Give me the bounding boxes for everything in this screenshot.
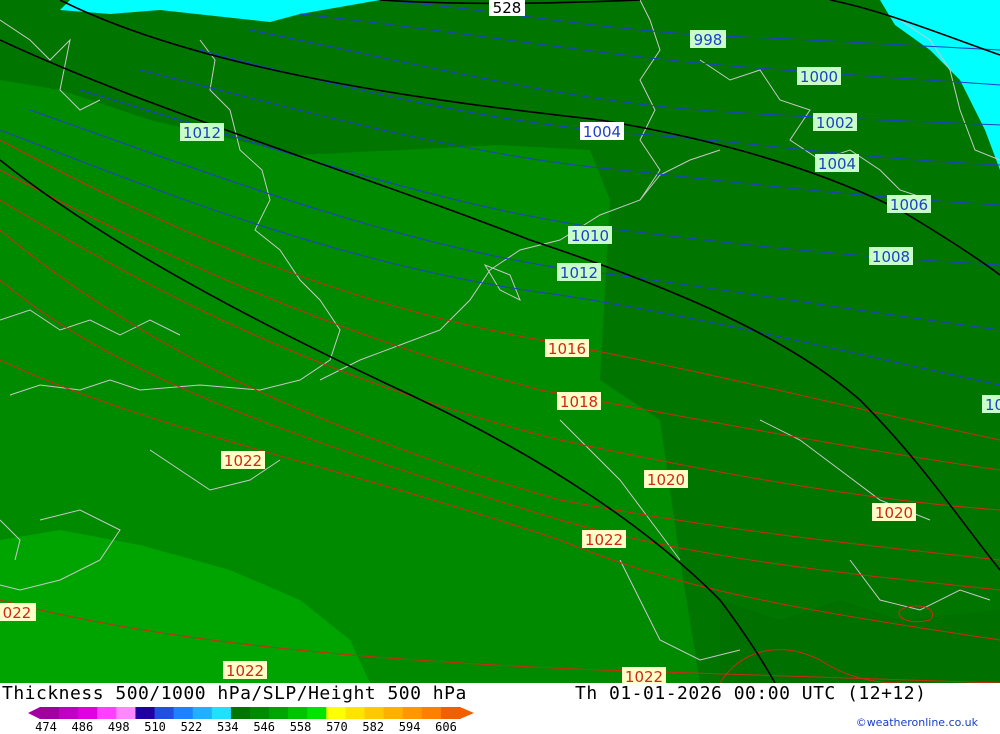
footer: Thickness 500/1000 hPa/SLP/Height 500 hP…	[0, 683, 1000, 734]
weather-map: 528 998 1000 1002 1004 1004 1006 1008 10…	[0, 0, 1000, 683]
label-1022-b: 1022	[582, 530, 626, 549]
svg-text:10: 10	[985, 396, 1000, 414]
svg-text:1004: 1004	[583, 123, 621, 141]
legend-swatch	[364, 707, 385, 719]
label-528: 528	[489, 0, 525, 17]
legend-tick-label: 558	[289, 720, 312, 734]
label-10-edge: 10	[982, 395, 1000, 414]
label-1020-a: 1020	[644, 470, 688, 489]
label-1012-a: 1012	[180, 123, 224, 142]
svg-text:1018: 1018	[560, 393, 598, 411]
legend-colorbar	[28, 707, 474, 719]
legend-swatch	[230, 707, 251, 719]
label-1012-b: 1012	[557, 263, 601, 282]
legend-swatch	[440, 707, 461, 719]
legend-tick-label: 474	[35, 720, 57, 734]
label-1004-a: 1004	[580, 122, 624, 141]
legend-tick-label: 594	[398, 720, 421, 734]
svg-text:1016: 1016	[548, 340, 586, 358]
svg-text:022: 022	[3, 604, 32, 622]
legend-swatch	[154, 707, 175, 719]
legend-swatch	[173, 707, 194, 719]
legend-swatch	[288, 707, 308, 719]
legend-tick-label: 546	[253, 720, 276, 734]
legend-tick-label: 534	[216, 720, 239, 734]
svg-text:1022: 1022	[585, 531, 623, 549]
legend-swatch	[345, 707, 366, 719]
label-1000: 1000	[797, 67, 841, 86]
legend-swatch	[326, 707, 346, 719]
legend-tick-label: 486	[71, 720, 94, 734]
legend-arrow-left	[28, 707, 40, 719]
legend-swatch	[211, 707, 232, 719]
label-1022-c: 1022	[223, 661, 267, 680]
legend-tick-label: 498	[107, 720, 130, 734]
label-1010: 1010	[568, 226, 612, 245]
svg-text:1010: 1010	[571, 227, 609, 245]
label-1022-e: 1022	[622, 667, 666, 683]
legend-swatch	[421, 707, 442, 719]
svg-text:1020: 1020	[875, 504, 913, 522]
legend-swatch	[40, 707, 60, 719]
svg-text:1004: 1004	[818, 155, 856, 173]
forecast-datetime: Th 01-01-2026 00:00 UTC (12+12)	[575, 683, 927, 704]
svg-text:1022: 1022	[226, 662, 264, 680]
legend-swatch	[135, 707, 156, 719]
legend-swatch	[59, 707, 79, 719]
label-1022-a: 1022	[221, 451, 265, 470]
legend-swatch	[402, 707, 423, 719]
legend-swatch	[192, 707, 213, 719]
thickness-legend: 474 486 498 510 522 534 546 558 570 582 594 606	[28, 705, 508, 734]
legend-tick-label: 510	[144, 720, 166, 734]
label-1006: 1006	[887, 195, 931, 214]
legend-tick-label: 522	[180, 720, 203, 734]
legend-swatch	[78, 707, 98, 719]
map-title: Thickness 500/1000 hPa/SLP/Height 500 hP…	[2, 683, 467, 704]
legend-swatch	[269, 707, 289, 719]
label-1018: 1018	[557, 392, 601, 411]
svg-text:1012: 1012	[183, 124, 221, 142]
svg-text:528: 528	[493, 0, 522, 17]
legend-swatch	[383, 707, 404, 719]
legend-swatch	[116, 707, 136, 719]
label-1004-b: 1004	[815, 154, 859, 173]
legend-swatch	[97, 707, 117, 719]
label-1020-b: 1020	[872, 503, 916, 522]
label-1016: 1016	[545, 339, 589, 358]
svg-text:1022: 1022	[625, 668, 663, 683]
legend-tick-label: 570	[326, 720, 348, 734]
svg-text:1012: 1012	[560, 264, 598, 282]
svg-text:1006: 1006	[890, 196, 928, 214]
svg-text:1002: 1002	[816, 114, 854, 132]
legend-tick-label: 582	[362, 720, 385, 734]
label-1022-d: 022	[0, 603, 36, 622]
map-canvas: 528 998 1000 1002 1004 1004 1006 1008 10…	[0, 0, 1000, 683]
credit-link[interactable]: ©weatheronline.co.uk	[856, 716, 978, 729]
svg-text:998: 998	[694, 31, 723, 49]
svg-text:1008: 1008	[872, 248, 910, 266]
svg-text:1000: 1000	[800, 68, 838, 86]
legend-arrow-right	[460, 707, 474, 719]
label-1008: 1008	[869, 247, 913, 266]
svg-text:1020: 1020	[647, 471, 685, 489]
legend-tick-label: 606	[435, 720, 457, 734]
svg-text:1022: 1022	[224, 452, 262, 470]
legend-swatch	[307, 707, 327, 719]
legend-swatch	[250, 707, 270, 719]
label-1002: 1002	[813, 113, 857, 132]
label-998: 998	[690, 30, 726, 49]
